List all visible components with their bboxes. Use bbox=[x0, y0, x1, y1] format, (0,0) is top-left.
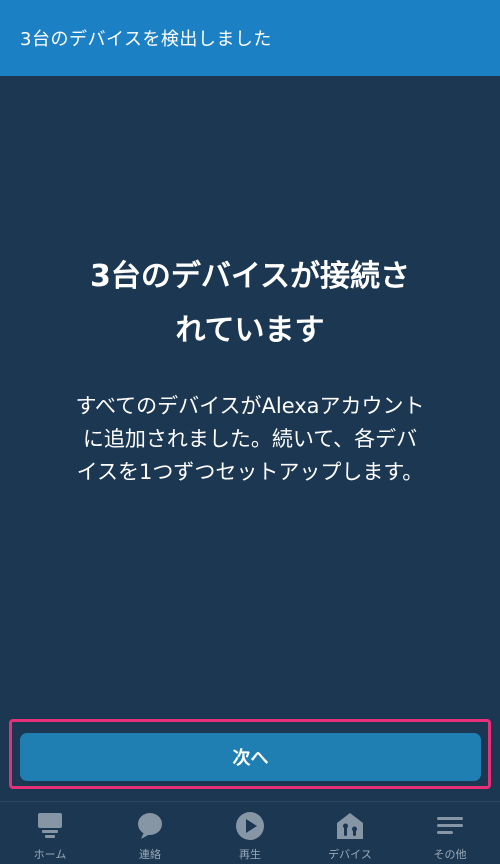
screen: 3台のデバイスを検出しました 3台のデバイスが接続さ れています すべてのデバイ… bbox=[0, 0, 500, 864]
menu-icon bbox=[434, 810, 466, 842]
headline-line-2: れています bbox=[175, 313, 325, 348]
tab-devices[interactable]: デバイス bbox=[300, 802, 400, 864]
tab-communicate[interactable]: 連絡 bbox=[100, 802, 200, 864]
headline: 3台のデバイスが接続さ れています bbox=[40, 250, 460, 358]
tab-home[interactable]: ホーム bbox=[0, 802, 100, 864]
tab-more[interactable]: その他 bbox=[400, 802, 500, 864]
header-title: 3台のデバイスを検出しました bbox=[20, 29, 272, 50]
home-icon bbox=[34, 810, 66, 842]
top-bar: 3台のデバイスを検出しました bbox=[0, 0, 500, 76]
tab-play[interactable]: 再生 bbox=[200, 802, 300, 864]
bottom-tab-bar: ホーム 連絡 再生 デバイス その他 bbox=[0, 801, 500, 864]
tab-communicate-label: 連絡 bbox=[139, 848, 161, 861]
description-line-2: に追加されました。続いて、各デバ bbox=[82, 427, 418, 451]
devices-icon bbox=[334, 810, 366, 842]
description: すべてのデバイスがAlexaアカウント に追加されました。続いて、各デバ イスを… bbox=[45, 390, 455, 489]
description-line-3: イスを1つずつセットアップします。 bbox=[76, 460, 424, 484]
headline-line-1: 3台のデバイスが接続さ bbox=[90, 259, 410, 294]
description-line-1: すべてのデバイスがAlexaアカウント bbox=[75, 394, 425, 418]
tab-home-label: ホーム bbox=[33, 848, 67, 861]
tab-devices-label: デバイス bbox=[328, 848, 372, 861]
play-icon bbox=[234, 810, 266, 842]
tab-more-label: その他 bbox=[433, 848, 467, 861]
chat-bubble-icon bbox=[134, 810, 166, 842]
next-button[interactable]: 次へ bbox=[20, 733, 481, 781]
tab-play-label: 再生 bbox=[239, 848, 261, 861]
